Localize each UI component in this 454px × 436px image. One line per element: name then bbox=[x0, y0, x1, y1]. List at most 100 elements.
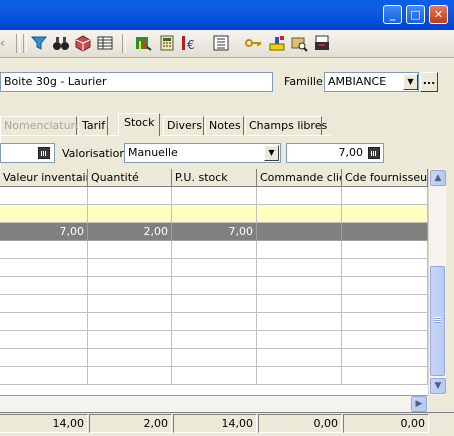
table-row[interactable] bbox=[0, 259, 428, 277]
table-cell[interactable] bbox=[257, 277, 342, 295]
tab-stock[interactable]: Stock bbox=[118, 113, 160, 136]
stock-grid[interactable]: Valeur inventaire Quantité P.U. stock Comma… bbox=[0, 169, 428, 396]
key-icon[interactable] bbox=[244, 34, 262, 52]
table-cell[interactable] bbox=[0, 331, 88, 349]
table-row[interactable] bbox=[0, 241, 428, 259]
tab-notes[interactable]: Notes bbox=[205, 116, 244, 135]
table-cell[interactable] bbox=[342, 187, 428, 205]
chart-icon[interactable] bbox=[134, 34, 152, 52]
table-cell[interactable] bbox=[172, 205, 257, 223]
table-cell[interactable] bbox=[172, 259, 257, 277]
table-cell[interactable] bbox=[342, 223, 428, 241]
table-row[interactable] bbox=[0, 313, 428, 331]
tab-champs-libres[interactable]: Champs libres bbox=[245, 116, 327, 135]
designation-field[interactable]: Boite 30g - Laurier bbox=[0, 72, 273, 92]
table-cell[interactable] bbox=[172, 277, 257, 295]
scroll-up-button[interactable]: ▲ bbox=[430, 170, 446, 186]
table-row[interactable] bbox=[0, 349, 428, 367]
table-cell[interactable] bbox=[172, 331, 257, 349]
table-cell[interactable] bbox=[342, 259, 428, 277]
grid-icon[interactable] bbox=[212, 34, 230, 52]
table-row[interactable] bbox=[0, 205, 428, 223]
table-cell[interactable] bbox=[342, 349, 428, 367]
table-cell[interactable] bbox=[257, 349, 342, 367]
table-cell[interactable] bbox=[257, 331, 342, 349]
tab-tarif[interactable]: Tarif bbox=[78, 116, 108, 135]
print-icon[interactable] bbox=[313, 34, 331, 52]
table-row[interactable] bbox=[0, 331, 428, 349]
scroll-down-button[interactable]: ▼ bbox=[430, 378, 446, 394]
table-cell[interactable] bbox=[257, 259, 342, 277]
table-cell[interactable] bbox=[257, 205, 342, 223]
table-cell[interactable] bbox=[257, 223, 342, 241]
table-cell[interactable] bbox=[88, 331, 172, 349]
table-cell[interactable] bbox=[257, 241, 342, 259]
table-cell[interactable] bbox=[88, 295, 172, 313]
table-cell[interactable] bbox=[257, 187, 342, 205]
table-cell[interactable]: 2,00 bbox=[88, 223, 172, 241]
close-button[interactable]: ✕ bbox=[429, 5, 448, 24]
table-cell[interactable] bbox=[88, 259, 172, 277]
table-cell[interactable] bbox=[342, 241, 428, 259]
table-cell[interactable] bbox=[0, 367, 88, 385]
grid-column-header[interactable]: Quantité bbox=[88, 169, 172, 187]
table-cell[interactable] bbox=[88, 313, 172, 331]
table-cell[interactable] bbox=[257, 295, 342, 313]
scroll-right-button[interactable]: ▶ bbox=[411, 396, 427, 412]
table-cell[interactable]: 7,00 bbox=[0, 223, 88, 241]
table-cell[interactable]: 7,00 bbox=[172, 223, 257, 241]
table-cell[interactable] bbox=[257, 367, 342, 385]
table-cell[interactable] bbox=[0, 349, 88, 367]
binoculars-icon[interactable] bbox=[52, 34, 70, 52]
grid-column-header[interactable]: Valeur inventaire bbox=[0, 169, 88, 187]
table-cell[interactable] bbox=[342, 295, 428, 313]
famille-more-button[interactable]: ... bbox=[420, 72, 438, 92]
calculator-icon[interactable] bbox=[38, 147, 50, 159]
valorisation-dropdown-button[interactable]: ▼ bbox=[264, 145, 279, 161]
table-cell[interactable] bbox=[0, 259, 88, 277]
table-cell[interactable] bbox=[88, 277, 172, 295]
grid-horizontal-scrollbar[interactable]: ▶ bbox=[0, 396, 428, 412]
table-cell[interactable] bbox=[342, 331, 428, 349]
maximize-button[interactable]: □ bbox=[406, 5, 425, 24]
calculator-icon[interactable] bbox=[368, 147, 380, 159]
filter-icon[interactable] bbox=[30, 34, 48, 52]
table-cell[interactable] bbox=[88, 187, 172, 205]
table-cell[interactable] bbox=[342, 277, 428, 295]
minimize-button[interactable]: _ bbox=[383, 5, 402, 24]
folder-search-icon[interactable] bbox=[290, 34, 308, 52]
toolbar-scroll-left-icon[interactable]: ‹ bbox=[0, 36, 14, 51]
tab-nomenclature[interactable]: Nomenclature bbox=[0, 116, 82, 135]
table-cell[interactable] bbox=[172, 295, 257, 313]
table-row[interactable] bbox=[0, 295, 428, 313]
cube-icon[interactable] bbox=[74, 34, 92, 52]
table-cell[interactable] bbox=[342, 313, 428, 331]
table-cell[interactable] bbox=[342, 367, 428, 385]
table-cell[interactable] bbox=[172, 187, 257, 205]
table-cell[interactable] bbox=[172, 313, 257, 331]
table-cell[interactable] bbox=[88, 241, 172, 259]
table-row[interactable]: 7,00 2,00 7,00 bbox=[0, 223, 428, 241]
table-cell[interactable] bbox=[0, 205, 88, 223]
table-cell[interactable] bbox=[0, 241, 88, 259]
grid-column-header[interactable]: Cde fournisseur bbox=[342, 169, 428, 187]
table-cell[interactable] bbox=[0, 187, 88, 205]
table-cell[interactable] bbox=[172, 241, 257, 259]
famille-dropdown-button[interactable]: ▼ bbox=[403, 74, 418, 90]
scroll-thumb[interactable] bbox=[430, 266, 445, 376]
grid-column-header[interactable]: P.U. stock bbox=[172, 169, 257, 187]
grid-vertical-scrollbar[interactable]: ▲ ▼ bbox=[428, 169, 446, 395]
calculator-icon[interactable] bbox=[158, 34, 176, 52]
table-cell[interactable] bbox=[172, 367, 257, 385]
grid-column-header[interactable]: Commande client bbox=[257, 169, 342, 187]
table-cell[interactable] bbox=[257, 313, 342, 331]
table-cell[interactable] bbox=[0, 313, 88, 331]
table-row[interactable] bbox=[0, 367, 428, 385]
table-row[interactable] bbox=[0, 187, 428, 205]
tab-divers[interactable]: Divers bbox=[163, 116, 204, 135]
table-cell[interactable] bbox=[172, 349, 257, 367]
table-cell[interactable] bbox=[88, 367, 172, 385]
table-cell[interactable] bbox=[342, 205, 428, 223]
table-icon[interactable] bbox=[96, 34, 114, 52]
table-cell[interactable] bbox=[0, 295, 88, 313]
